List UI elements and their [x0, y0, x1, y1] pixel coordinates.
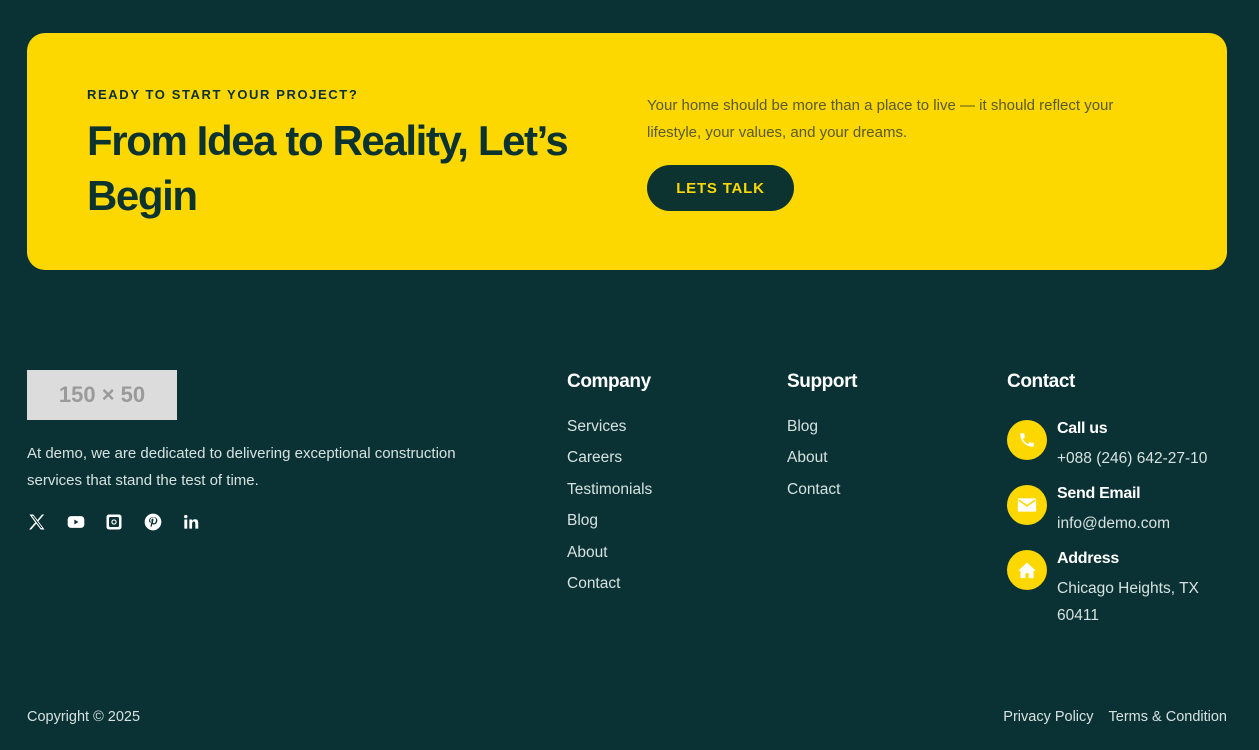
lets-talk-button[interactable]: LETS TALK — [647, 165, 794, 211]
support-heading: Support — [787, 371, 858, 392]
company-heading: Company — [567, 371, 651, 392]
support-link-blog[interactable]: Blog — [787, 416, 840, 447]
legal-links: Privacy Policy Terms & Condition — [988, 709, 1227, 725]
phone-icon — [1007, 420, 1047, 460]
envelope-icon — [1007, 485, 1047, 525]
support-link-contact[interactable]: Contact — [787, 479, 840, 510]
x-icon[interactable] — [27, 512, 47, 532]
company-link-about[interactable]: About — [567, 542, 652, 573]
call-us-label: Call us — [1057, 420, 1108, 437]
logo-placeholder[interactable]: 150 × 50 — [27, 370, 177, 420]
pinterest-icon[interactable] — [143, 512, 163, 532]
contact-heading: Contact — [1007, 371, 1075, 392]
company-links: Services Careers Testimonials Blog About… — [567, 416, 652, 604]
support-links: Blog About Contact — [787, 416, 840, 510]
home-icon — [1007, 550, 1047, 590]
support-link-about[interactable]: About — [787, 447, 840, 478]
company-link-careers[interactable]: Careers — [567, 447, 652, 478]
phone-number[interactable]: +088 (246) 642-27-10 — [1057, 445, 1227, 472]
send-email-label: Send Email — [1057, 485, 1141, 502]
copyright: Copyright © 2025 — [27, 709, 141, 725]
social-links — [27, 512, 220, 532]
youtube-icon[interactable] — [66, 512, 86, 532]
privacy-policy-link[interactable]: Privacy Policy — [1003, 709, 1093, 725]
address-label: Address — [1057, 550, 1119, 567]
linkedin-icon[interactable] — [181, 512, 201, 532]
address-text: Chicago Heights, TX 60411 — [1057, 580, 1199, 624]
instagram-icon[interactable] — [104, 512, 124, 532]
email-address[interactable]: info@demo.com — [1057, 510, 1227, 537]
cta-banner: READY TO START YOUR PROJECT? From Idea t… — [27, 33, 1227, 270]
company-link-services[interactable]: Services — [567, 416, 652, 447]
company-link-testimonials[interactable]: Testimonials — [567, 479, 652, 510]
cta-eyebrow: READY TO START YOUR PROJECT? — [87, 87, 359, 102]
terms-link[interactable]: Terms & Condition — [1109, 709, 1227, 725]
cta-text: Your home should be more than a place to… — [647, 97, 1114, 141]
company-link-contact[interactable]: Contact — [567, 573, 652, 604]
cta-title: From Idea to Reality, Let’s Begin — [87, 117, 569, 219]
company-link-blog[interactable]: Blog — [567, 510, 652, 541]
about-text: At demo, we are dedicated to delivering … — [27, 445, 456, 489]
